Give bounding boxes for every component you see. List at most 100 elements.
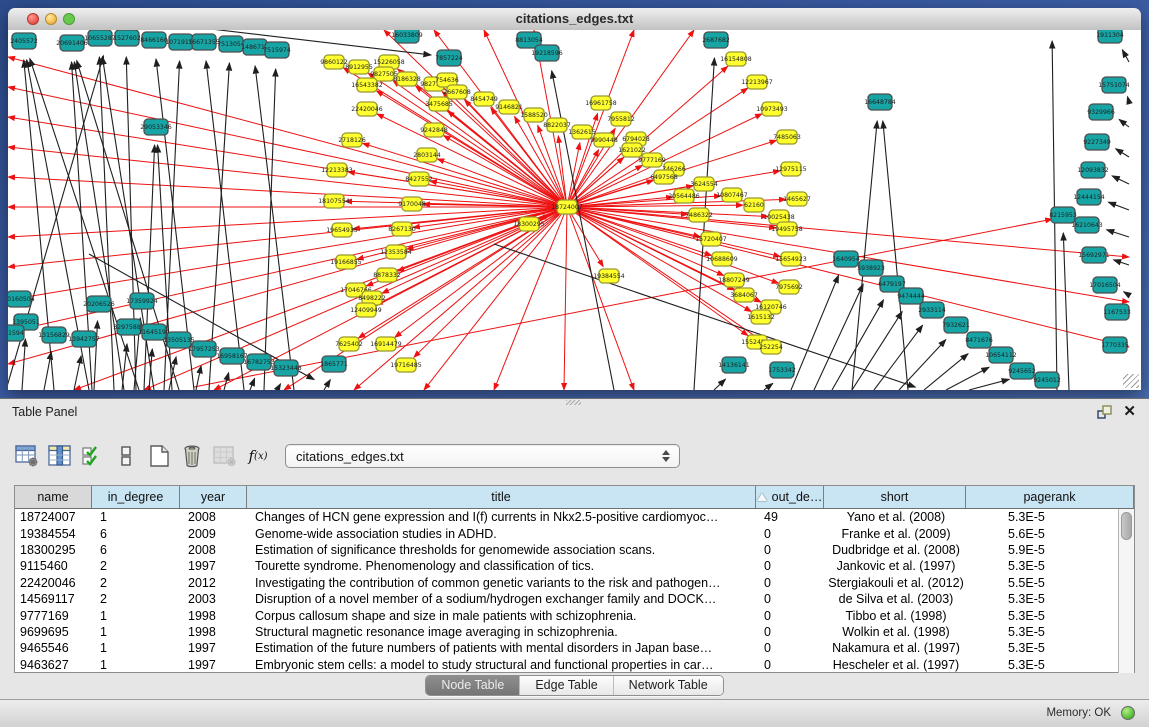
cell-name[interactable]: 9777169 [15, 609, 92, 623]
select-rows-icon[interactable] [80, 442, 106, 470]
table-vertical-scrollbar[interactable] [1118, 509, 1134, 673]
cell-year[interactable]: 2003 [180, 592, 247, 606]
cell-title[interactable]: Tourette syndrome. Phenomenology and cla… [247, 559, 756, 573]
select-column-icon[interactable] [47, 442, 73, 470]
cell-pagerank[interactable]: 5.3E-5 [966, 559, 1118, 573]
table-row[interactable]: 1872400712008Changes of HCN gene express… [15, 509, 1118, 525]
cell-indegree[interactable]: 1 [92, 625, 180, 639]
cell-name[interactable]: 9465546 [15, 641, 92, 655]
cell-pagerank[interactable]: 5.3E-5 [966, 609, 1118, 623]
cell-year[interactable]: 1997 [180, 559, 247, 573]
cell-short[interactable]: Yano et al. (2008) [824, 510, 966, 524]
cell-year[interactable]: 1997 [180, 641, 247, 655]
memory-status-icon[interactable] [1121, 706, 1135, 720]
column-header-short[interactable]: short [824, 486, 966, 508]
cell-outdegree[interactable]: 0 [756, 543, 824, 557]
cell-title[interactable]: Investigating the contribution of common… [247, 576, 756, 590]
cell-year[interactable]: 2008 [180, 543, 247, 557]
cell-name[interactable]: 18300295 [15, 543, 92, 557]
cell-indegree[interactable]: 1 [92, 510, 180, 524]
cell-name[interactable]: 9463627 [15, 658, 92, 672]
cell-indegree[interactable]: 2 [92, 576, 180, 590]
new-table-icon[interactable] [146, 442, 172, 470]
table-row[interactable]: 2242004622012Investigating the contribut… [15, 575, 1118, 591]
cell-short[interactable]: Dudbridge et al. (2008) [824, 543, 966, 557]
cell-short[interactable]: Jankovic et al. (1997) [824, 559, 966, 573]
cell-title[interactable]: Genome-wide association studies in ADHD. [247, 527, 756, 541]
cell-name[interactable]: 9115460 [15, 559, 92, 573]
column-header-title[interactable]: title [247, 486, 756, 508]
cell-pagerank[interactable]: 5.3E-5 [966, 658, 1118, 672]
cell-pagerank[interactable]: 5.9E-5 [966, 543, 1118, 557]
delete-table-icon[interactable] [212, 442, 238, 470]
tab-node-table[interactable]: Node Table [426, 676, 520, 695]
cell-outdegree[interactable]: 0 [756, 576, 824, 590]
cell-indegree[interactable]: 1 [92, 658, 180, 672]
cell-year[interactable]: 2008 [180, 510, 247, 524]
canvas-resize-grip-icon[interactable] [1123, 374, 1139, 388]
cell-year[interactable]: 2012 [180, 576, 247, 590]
cell-year[interactable]: 1997 [180, 658, 247, 672]
column-header-outde[interactable]: out_de… [756, 486, 824, 508]
cell-outdegree[interactable]: 0 [756, 625, 824, 639]
cell-year[interactable]: 1998 [180, 609, 247, 623]
table-row[interactable]: 911546021997Tourette syndrome. Phenomeno… [15, 558, 1118, 574]
tab-network-table[interactable]: Network Table [614, 676, 723, 695]
cell-short[interactable]: Tibbo et al. (1998) [824, 609, 966, 623]
cell-short[interactable]: Hescheler et al. (1997) [824, 658, 966, 672]
cell-short[interactable]: Nakamura et al. (1997) [824, 641, 966, 655]
cell-indegree[interactable]: 2 [92, 592, 180, 606]
cell-title[interactable]: Estimation of significance thresholds fo… [247, 543, 756, 557]
cell-title[interactable]: Disruption of a novel member of a sodium… [247, 592, 756, 606]
cell-pagerank[interactable]: 5.3E-5 [966, 625, 1118, 639]
cell-indegree[interactable]: 6 [92, 543, 180, 557]
float-panel-icon[interactable] [1097, 405, 1113, 420]
cell-indegree[interactable]: 1 [92, 609, 180, 623]
network-canvas[interactable]: 9860122891295515226058982750516543382818… [8, 30, 1141, 390]
column-header-indegree[interactable]: in_degree [92, 486, 180, 508]
cell-name[interactable]: 19384554 [15, 527, 92, 541]
cell-indegree[interactable]: 1 [92, 641, 180, 655]
cell-pagerank[interactable]: 5.3E-5 [966, 510, 1118, 524]
cell-year[interactable]: 1998 [180, 625, 247, 639]
cell-year[interactable]: 2009 [180, 527, 247, 541]
table-row[interactable]: 946362711997Embryonic stem cells: a mode… [15, 657, 1118, 673]
cell-name[interactable]: 9699695 [15, 625, 92, 639]
cell-short[interactable]: Wolkin et al. (1998) [824, 625, 966, 639]
cell-title[interactable]: Structural magnetic resonance image aver… [247, 625, 756, 639]
scrollbar-thumb[interactable] [1121, 512, 1132, 540]
table-row[interactable]: 1830029562008Estimation of significance … [15, 542, 1118, 558]
cell-pagerank[interactable]: 5.5E-5 [966, 576, 1118, 590]
cell-indegree[interactable]: 2 [92, 559, 180, 573]
cell-outdegree[interactable]: 0 [756, 559, 824, 573]
cell-name[interactable]: 14569117 [15, 592, 92, 606]
cell-title[interactable]: Corpus callosum shape and size in male p… [247, 609, 756, 623]
column-header-pagerank[interactable]: pagerank [966, 486, 1134, 508]
column-header-year[interactable]: year [180, 486, 247, 508]
table-row[interactable]: 1456911722003Disruption of a novel membe… [15, 591, 1118, 607]
table-row[interactable]: 1938455462009Genome-wide association stu… [15, 525, 1118, 541]
clear-selection-icon[interactable] [113, 442, 139, 470]
cell-indegree[interactable]: 6 [92, 527, 180, 541]
close-panel-icon[interactable]: ✕ [1123, 403, 1136, 421]
cell-outdegree[interactable]: 49 [756, 510, 824, 524]
tab-edge-table[interactable]: Edge Table [520, 676, 613, 695]
delete-rows-icon[interactable] [179, 442, 205, 470]
cell-name[interactable]: 22420046 [15, 576, 92, 590]
table-row[interactable]: 969969511998Structural magnetic resonanc… [15, 624, 1118, 640]
cell-outdegree[interactable]: 0 [756, 592, 824, 606]
cell-title[interactable]: Changes of HCN gene expression and I(f) … [247, 510, 756, 524]
cell-outdegree[interactable]: 0 [756, 609, 824, 623]
cell-pagerank[interactable]: 5.3E-5 [966, 641, 1118, 655]
table-row[interactable]: 946554611997Estimation of the future num… [15, 640, 1118, 656]
table-selector-dropdown[interactable]: citations_edges.txt [285, 444, 680, 468]
cell-outdegree[interactable]: 0 [756, 641, 824, 655]
cell-pagerank[interactable]: 5.3E-5 [966, 592, 1118, 606]
table-settings-icon[interactable] [14, 442, 40, 470]
cell-short[interactable]: Stergiakouli et al. (2012) [824, 576, 966, 590]
window-titlebar[interactable]: citations_edges.txt [8, 8, 1141, 31]
cell-title[interactable]: Embryonic stem cells: a model to study s… [247, 658, 756, 672]
cell-short[interactable]: Franke et al. (2009) [824, 527, 966, 541]
cell-title[interactable]: Estimation of the future numbers of pati… [247, 641, 756, 655]
column-header-name[interactable]: name [15, 486, 92, 508]
